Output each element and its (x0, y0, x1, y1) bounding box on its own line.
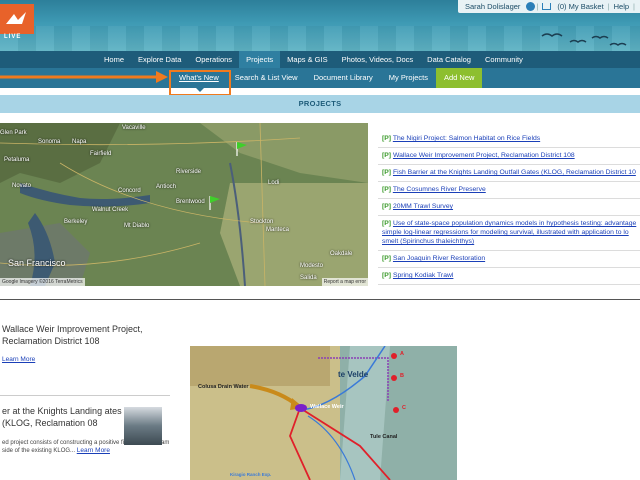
news-title[interactable]: Wallace Weir Improvement Project, Reclam… (2, 323, 182, 347)
wallace-weir-figure: Colusa Drain Water Wallace Weir te Velde… (190, 346, 457, 480)
map-label: Stockton (250, 219, 274, 225)
project-tag: [P] (382, 203, 392, 210)
map-label: San Francisco (8, 258, 66, 268)
learn-more-link[interactable]: Learn More (2, 356, 35, 363)
figure-label: C (402, 405, 406, 411)
map-label: Riverside (176, 169, 202, 175)
figure-label: Wallace Weir (310, 404, 344, 410)
nav-operations[interactable]: Operations (188, 51, 239, 68)
add-new-button[interactable]: Add New (435, 68, 483, 88)
figure-map-drawing (190, 346, 457, 480)
projects-title-bar: PROJECTS (0, 95, 640, 113)
project-link[interactable]: Wallace Weir Improvement Project, Reclam… (393, 152, 575, 159)
project-list: [P] The Nigiri Project: Salmon Habitat o… (378, 131, 640, 285)
annotation-highlight-box (169, 70, 231, 96)
project-link[interactable]: The Nigiri Project: Salmon Habitat on Ri… (393, 135, 540, 142)
nav-community[interactable]: Community (478, 51, 530, 68)
news-item: Wallace Weir Improvement Project, Reclam… (2, 323, 182, 363)
nav-maps-gis[interactable]: Maps & GIS (280, 51, 334, 68)
flag-icon[interactable] (235, 141, 249, 157)
map-label: Concord (118, 188, 141, 194)
header-banner: LIVE Sarah Dolislager | (0) My Basket | … (0, 0, 640, 51)
project-link[interactable]: Use of state-space population dynamics m… (382, 220, 636, 245)
map-label: Novato (12, 183, 32, 189)
nav-home[interactable]: Home (97, 51, 131, 68)
project-link[interactable]: Fish Barrier at the Knights Landing Outf… (393, 169, 636, 176)
map-label: Napa (72, 139, 87, 145)
basket-icon[interactable] (542, 3, 552, 10)
project-link[interactable]: 20MM Trawl Survey (393, 203, 453, 210)
map-label: Manteca (266, 227, 290, 233)
list-item: [P] Wallace Weir Improvement Project, Re… (378, 148, 640, 165)
project-tag: [P] (382, 272, 392, 279)
birds-decoration-icon (541, 33, 627, 46)
figure-label: Tule Canal (370, 434, 398, 440)
map-label: Glen Park (0, 130, 27, 136)
map-label: Brentwood (176, 199, 205, 205)
project-link[interactable]: San Joaquin River Restoration (393, 255, 485, 262)
map-label: Oakdale (330, 251, 353, 257)
main-nav: Home Explore Data Operations Projects Ma… (0, 51, 640, 68)
gear-icon[interactable] (526, 2, 536, 11)
annotation-arrow-icon (0, 71, 168, 83)
figure-label: te Velde (338, 370, 369, 379)
nav-photos-videos-docs[interactable]: Photos, Videos, Docs (335, 51, 421, 68)
list-item: [P] 20MM Trawl Survey (378, 199, 640, 216)
map-label: Fairfield (90, 151, 112, 157)
list-item: [P] San Joaquin River Restoration (378, 251, 640, 268)
map-credit: Google Imagery ©2016 TerraMetrics (0, 278, 85, 286)
utility-separator: | (633, 2, 635, 11)
nav-explore-data[interactable]: Explore Data (131, 51, 188, 68)
figure-label: A (400, 351, 404, 357)
project-link[interactable]: The Cosumnes River Preserve (393, 186, 486, 193)
project-tag: [P] (382, 220, 392, 227)
map-label: Sonoma (38, 139, 61, 145)
list-item: [P] Fish Barrier at the Knights Landing … (378, 165, 640, 182)
section-divider (0, 299, 640, 300)
basket-link[interactable]: (0) My Basket (554, 2, 606, 11)
map-label: Vacaville (122, 125, 146, 131)
news-separator (0, 395, 170, 396)
project-tag: [P] (382, 169, 392, 176)
learn-more-link[interactable]: Learn More (77, 447, 110, 454)
list-item: [P] The Nigiri Project: Salmon Habitat o… (378, 131, 640, 148)
map-terms-link[interactable]: Report a map error (321, 278, 368, 286)
list-item: [P] Use of state-space population dynami… (378, 216, 640, 251)
utility-separator: | (536, 2, 539, 11)
project-tag: [P] (382, 135, 392, 142)
map-label: Petaluma (4, 157, 30, 163)
news-item: er at the Knights Landing ates (KLOG, Re… (2, 405, 169, 455)
news-thumbnail[interactable] (124, 407, 162, 445)
bird-logo-icon[interactable] (0, 4, 34, 34)
map-label: Lodi (268, 180, 280, 186)
map-label: Salida (300, 275, 317, 281)
tab-my-projects[interactable]: My Projects (381, 68, 436, 88)
help-link[interactable]: Help (611, 2, 632, 11)
figure-label: B (400, 373, 404, 379)
figure-label: Colusa Drain Water (198, 384, 249, 390)
tab-search-list-view[interactable]: Search & List View (227, 68, 306, 88)
tab-document-library[interactable]: Document Library (306, 68, 381, 88)
user-name-link[interactable]: Sarah Dolislager (462, 2, 523, 11)
project-tag: [P] (382, 255, 392, 262)
map-label: Antioch (156, 184, 177, 190)
nav-projects[interactable]: Projects (239, 51, 281, 68)
project-link[interactable]: Spring Kodiak Trawl (393, 272, 453, 279)
utility-bar: Sarah Dolislager | (0) My Basket | Help … (457, 0, 640, 13)
figure-label: Kiragio Ranch Exp. (230, 472, 272, 477)
nav-data-catalog[interactable]: Data Catalog (420, 51, 478, 68)
map-label: Modesto (300, 263, 324, 269)
project-tag: [P] (382, 186, 392, 193)
project-tag: [P] (382, 152, 392, 159)
map-label: Walnut Creek (92, 207, 129, 213)
logo-text: LIVE (4, 34, 22, 40)
list-item: [P] The Cosumnes River Preserve (378, 182, 640, 199)
map-label: Berkeley (64, 219, 88, 225)
map-label: Mt Diablo (124, 223, 150, 229)
flag-icon[interactable] (208, 195, 222, 211)
news-title[interactable]: er at the Knights Landing ates (KLOG, Re… (2, 405, 122, 429)
projects-map[interactable]: Glen Park Sonoma Napa Vacaville Petaluma… (0, 123, 368, 286)
list-item: [P] Spring Kodiak Trawl (378, 268, 640, 285)
